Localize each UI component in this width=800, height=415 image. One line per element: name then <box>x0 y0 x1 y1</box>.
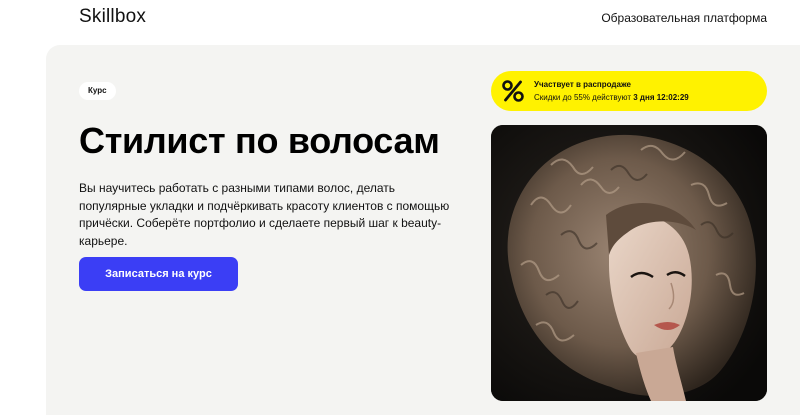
platform-link[interactable]: Образовательная платформа <box>601 11 767 25</box>
sale-days: 3 дня <box>633 93 655 102</box>
course-description: Вы научитесь работать с разными типами в… <box>79 181 450 248</box>
sale-title: Участвует в распродаже <box>534 80 631 89</box>
skillbox-logo[interactable]: Skillbox <box>79 6 146 28</box>
page-title: Стилист по волосам <box>79 120 440 161</box>
sale-countdown: Скидки до 55% действуют 3 дня 12:02:29 <box>534 93 689 102</box>
percent-icon <box>501 79 525 103</box>
sale-banner[interactable]: Участвует в распродаже Скидки до 55% дей… <box>491 71 767 111</box>
course-badge: Курс <box>79 82 116 100</box>
enroll-button[interactable]: Записаться на курс <box>79 257 238 291</box>
hero-photo <box>491 125 767 401</box>
sale-text-prefix: Скидки до 55% действуют <box>534 93 631 102</box>
sale-timer: 12:02:29 <box>656 93 689 102</box>
site-header: Skillbox Образовательная платформа <box>0 0 800 36</box>
